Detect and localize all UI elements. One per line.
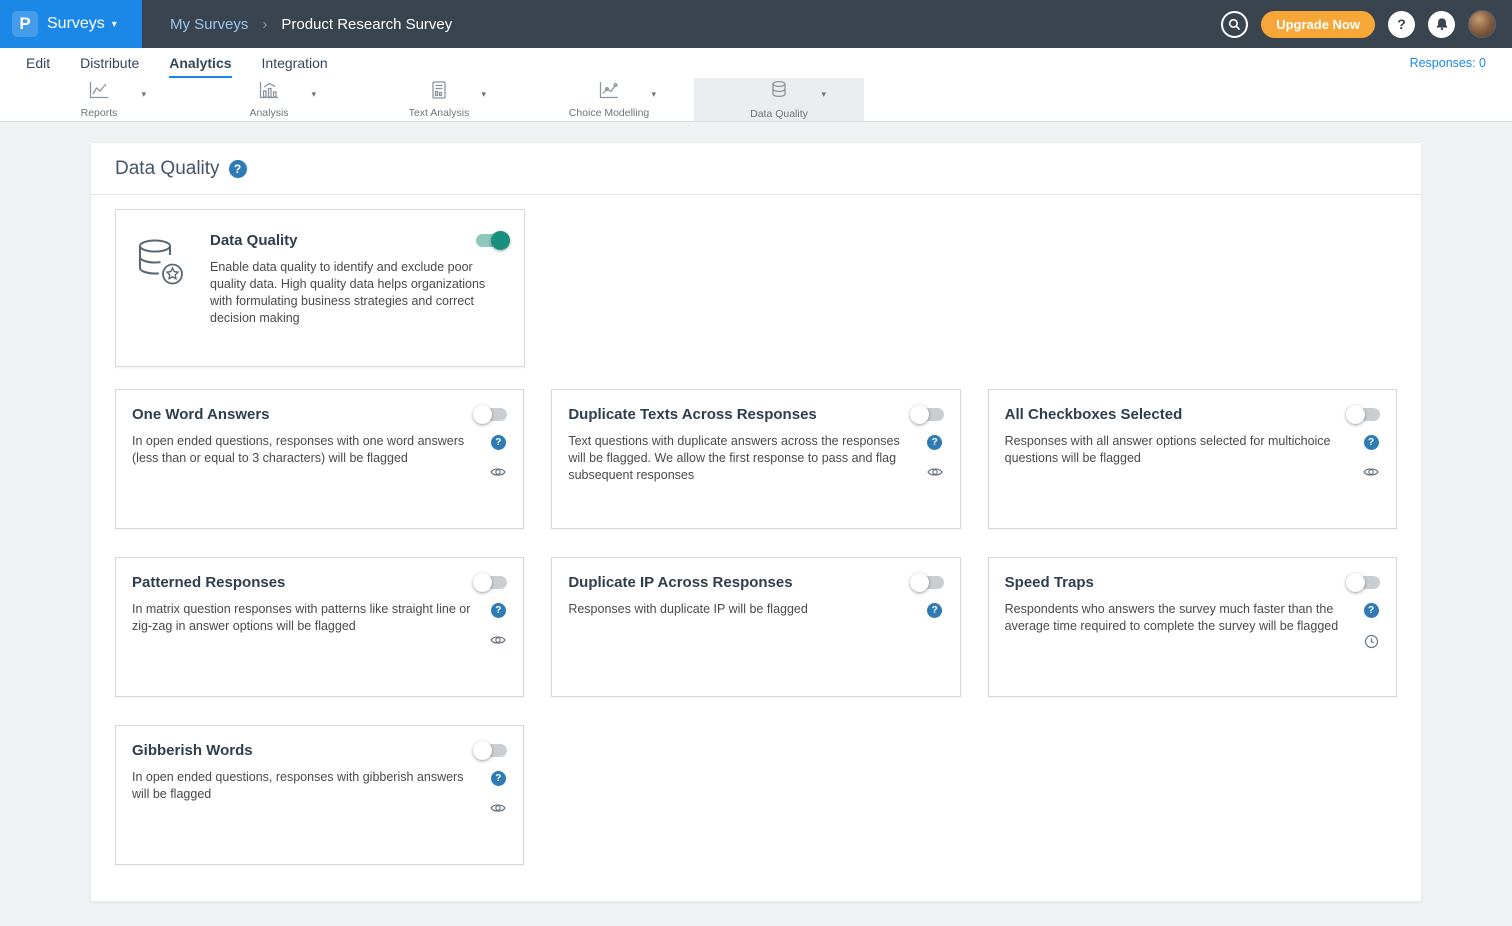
one-word-answers-toggle[interactable] bbox=[475, 408, 507, 421]
help-icon[interactable]: ? bbox=[1388, 11, 1415, 38]
reports-icon bbox=[89, 81, 109, 104]
tab-analytics[interactable]: Analytics bbox=[169, 48, 231, 78]
brand-label: Surveys bbox=[47, 15, 105, 33]
help-icon[interactable]: ? bbox=[491, 771, 506, 786]
toolbar-item-choice-modelling[interactable]: ▾ Choice Modelling bbox=[524, 78, 694, 121]
chevron-down-icon: ▾ bbox=[112, 19, 117, 30]
help-icon[interactable]: ? bbox=[491, 435, 506, 450]
breadcrumb: My Surveys › Product Research Survey bbox=[170, 16, 452, 33]
help-icon[interactable]: ? bbox=[927, 435, 942, 450]
card-description: Responses with duplicate IP will be flag… bbox=[568, 601, 925, 618]
gibberish-words-toggle[interactable] bbox=[475, 744, 507, 757]
card-gibberish-words: Gibberish Words In open ended questions,… bbox=[115, 725, 524, 865]
toolbar-item-reports[interactable]: ▾ Reports bbox=[14, 78, 184, 121]
card-speed-traps: Speed Traps Respondents who answers the … bbox=[988, 557, 1397, 697]
card-title: All Checkboxes Selected bbox=[1005, 406, 1183, 423]
survey-nav-tabs: Edit Distribute Analytics Integration Re… bbox=[0, 48, 1512, 78]
card-title: Speed Traps bbox=[1005, 574, 1094, 591]
page-help-icon[interactable]: ? bbox=[229, 160, 247, 178]
topbar-actions: Upgrade Now ? bbox=[1221, 10, 1512, 38]
eye-icon[interactable] bbox=[490, 802, 506, 814]
help-icon[interactable]: ? bbox=[927, 603, 942, 618]
card-all-checkboxes: All Checkboxes Selected Responses with a… bbox=[988, 389, 1397, 529]
help-icon[interactable]: ? bbox=[491, 603, 506, 618]
duplicate-ip-toggle[interactable] bbox=[912, 576, 944, 589]
card-description: In open ended questions, responses with … bbox=[132, 769, 489, 814]
card-duplicate-texts: Duplicate Texts Across Responses Text qu… bbox=[551, 389, 960, 529]
user-avatar[interactable] bbox=[1468, 10, 1496, 38]
card-title: Duplicate IP Across Responses bbox=[568, 574, 792, 591]
quality-rules-grid: One Word Answers In open ended questions… bbox=[115, 389, 1397, 865]
speed-traps-toggle[interactable] bbox=[1348, 576, 1380, 589]
eye-icon[interactable] bbox=[1363, 466, 1379, 478]
chevron-down-icon: ▾ bbox=[821, 89, 826, 100]
tab-distribute[interactable]: Distribute bbox=[80, 48, 139, 78]
eye-icon[interactable] bbox=[927, 466, 943, 478]
tab-edit[interactable]: Edit bbox=[26, 48, 50, 78]
eye-icon[interactable] bbox=[490, 466, 506, 478]
panel-header: Data Quality ? bbox=[91, 143, 1421, 195]
card-title: Data Quality bbox=[210, 232, 298, 249]
card-description: Respondents who answers the survey much … bbox=[1005, 601, 1362, 649]
text-analysis-icon bbox=[429, 81, 449, 104]
card-description: In open ended questions, responses with … bbox=[132, 433, 489, 478]
breadcrumb-current-survey: Product Research Survey bbox=[281, 16, 452, 33]
card-title: One Word Answers bbox=[132, 406, 270, 423]
card-duplicate-ip: Duplicate IP Across Responses Responses … bbox=[551, 557, 960, 697]
card-title: Patterned Responses bbox=[132, 574, 285, 591]
notification-bell-icon[interactable] bbox=[1428, 11, 1455, 38]
all-checkboxes-toggle[interactable] bbox=[1348, 408, 1380, 421]
card-patterned-responses: Patterned Responses In matrix question r… bbox=[115, 557, 524, 697]
patterned-responses-toggle[interactable] bbox=[475, 576, 507, 589]
chevron-down-icon: ▾ bbox=[311, 89, 316, 100]
page-title: Data Quality bbox=[115, 158, 220, 180]
chevron-down-icon: ▾ bbox=[651, 89, 656, 100]
card-description: In matrix question responses with patter… bbox=[132, 601, 489, 646]
upgrade-now-button[interactable]: Upgrade Now bbox=[1261, 11, 1375, 38]
toolbar-item-data-quality[interactable]: ▾ Data Quality bbox=[694, 78, 864, 121]
card-title: Duplicate Texts Across Responses bbox=[568, 406, 816, 423]
clock-icon[interactable] bbox=[1364, 634, 1379, 649]
data-quality-panel: Data Quality ? Data Quality bbox=[90, 142, 1422, 902]
help-icon[interactable]: ? bbox=[1364, 435, 1379, 450]
toolbar-item-analysis[interactable]: ▾ Analysis bbox=[184, 78, 354, 121]
card-description: Responses with all answer options select… bbox=[1005, 433, 1362, 478]
eye-icon[interactable] bbox=[490, 634, 506, 646]
data-quality-master-card: Data Quality Enable data quality to iden… bbox=[115, 209, 525, 367]
tab-integration[interactable]: Integration bbox=[262, 48, 328, 78]
chevron-down-icon: ▾ bbox=[141, 89, 146, 100]
breadcrumb-separator-icon: › bbox=[262, 16, 267, 33]
card-description: Enable data quality to identify and excl… bbox=[210, 259, 508, 327]
toolbar-item-text-analysis[interactable]: ▾ Text Analysis bbox=[354, 78, 524, 121]
responses-count[interactable]: Responses: 0 bbox=[1410, 48, 1486, 78]
choice-modelling-icon bbox=[599, 81, 619, 104]
analysis-icon bbox=[259, 81, 279, 104]
card-one-word-answers: One Word Answers In open ended questions… bbox=[115, 389, 524, 529]
card-title: Gibberish Words bbox=[132, 742, 253, 759]
data-quality-icon bbox=[769, 80, 789, 105]
duplicate-texts-toggle[interactable] bbox=[912, 408, 944, 421]
data-quality-toggle[interactable] bbox=[476, 234, 508, 247]
card-description: Text questions with duplicate answers ac… bbox=[568, 433, 925, 484]
questionpro-logo: P bbox=[12, 11, 38, 37]
analytics-toolbar: ▾ Reports ▾ Analysis ▾ Text Analysis ▾ C… bbox=[0, 78, 1512, 122]
surveys-brand-menu[interactable]: P Surveys ▾ bbox=[0, 0, 142, 48]
chevron-down-icon: ▾ bbox=[481, 89, 486, 100]
help-icon[interactable]: ? bbox=[1364, 603, 1379, 618]
breadcrumb-my-surveys[interactable]: My Surveys bbox=[170, 16, 248, 33]
data-quality-badge-icon bbox=[132, 232, 210, 350]
top-bar: P Surveys ▾ My Surveys › Product Researc… bbox=[0, 0, 1512, 48]
search-icon[interactable] bbox=[1221, 11, 1248, 38]
